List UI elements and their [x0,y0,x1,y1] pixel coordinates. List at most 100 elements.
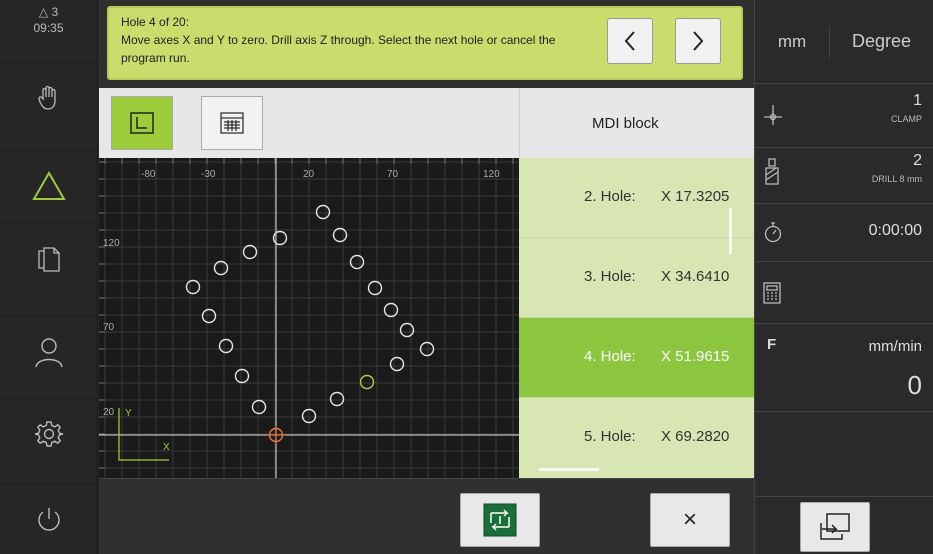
tool-value: 2 [913,152,922,169]
mdi-row-label: 2. Hole: [584,188,636,205]
user-icon [35,337,63,367]
feed-rate-row[interactable]: F mm/min 0 [755,324,933,412]
tool-row[interactable]: 2 DRILL 8 mm [755,148,933,204]
status-indicator[interactable]: △ 3 09:35 [0,0,97,42]
main-sidebar: △ 3 09:35 [0,0,98,554]
hole-marker[interactable] [234,368,250,384]
instruction-title: Hole 4 of 20: [121,15,190,29]
panel-switch-icon [820,513,850,540]
feed-value: 0 [907,370,922,400]
mdi-row-active[interactable]: 4. Hole: X 51.9615 [519,318,754,398]
hole-pattern-canvas: -80 -30 20 70 120 120 70 20 Y X [99,158,519,478]
unit-angle-button[interactable]: Degree [830,31,933,52]
y-tick-label: 70 [103,322,115,333]
clamp-value: 1 [913,92,922,109]
mdi-block-header: MDI block [519,88,754,158]
main-area: Hole 4 of 20: Move axes X and Y to zero.… [99,0,754,554]
hole-marker[interactable] [185,279,201,295]
stopwatch-icon [764,222,782,243]
next-hole-button[interactable] [675,18,721,64]
graphic-view-button[interactable] [111,96,173,150]
cancel-button[interactable]: × [650,493,730,547]
sidebar-item-manual[interactable] [0,62,98,132]
table-view-button[interactable] [201,96,263,150]
mdi-row-label: 5. Hole: [584,428,636,445]
x-axis-label: X [163,442,170,453]
hole-marker[interactable] [218,338,234,354]
feed-unit: mm/min [868,338,922,355]
hole-marker[interactable] [315,204,331,220]
origin-crosshair [267,426,285,444]
timer-value: 0:00:00 [868,222,922,239]
sidebar-item-settings[interactable] [0,398,98,468]
chevron-right-icon [693,31,704,51]
calculator-row[interactable] [755,262,933,324]
hole-marker[interactable] [251,399,267,415]
hole-pattern-view[interactable]: -80 -30 20 70 120 120 70 20 Y X [99,158,519,478]
x-tick-label: 20 [303,169,315,180]
hole-marker[interactable] [349,254,365,270]
hole-marker[interactable] [329,391,345,407]
mdi-row[interactable]: 3. Hole: X 34.6410 [519,238,754,318]
tool-label: DRILL 8 mm [871,174,922,184]
sidebar-item-mdi[interactable] [0,150,98,220]
x-tick-label: 120 [483,169,500,180]
previous-hole-button[interactable] [607,18,653,64]
mdi-row-label: 4. Hole: [584,348,636,365]
instruction-banner: Hole 4 of 20: Move axes X and Y to zero.… [107,6,743,80]
y-tick-label: 120 [103,238,120,249]
files-icon [38,246,60,272]
mdi-block-list[interactable]: 2. Hole: X 17.3205 3. Hole: X 34.6410 4.… [519,158,754,478]
mdi-row-label: 3. Hole: [584,268,636,285]
hand-icon [38,85,56,110]
bottom-action-bar: × [99,478,754,554]
timer-row[interactable]: 0:00:00 [755,204,933,262]
hole-marker[interactable] [213,260,229,276]
mdi-row[interactable]: 5. Hole: X 69.2820 [519,398,754,478]
program-run-icon [483,503,517,537]
table-view-icon [220,112,244,134]
hole-marker[interactable] [367,280,383,296]
mdi-row[interactable]: 2. Hole: X 17.3205 [519,158,754,238]
view-toolbar [99,88,519,158]
mdi-row-value: X 51.9615 [661,348,730,365]
sidebar-item-files[interactable] [0,222,98,292]
triangle-icon [32,170,66,200]
panel-divider [755,496,933,497]
hole-marker-current[interactable] [359,374,375,390]
clamp-row[interactable]: 1 CLAMP [755,84,933,148]
horizontal-scrollbar[interactable] [539,468,599,471]
instruction-body: Move axes X and Y to zero. Drill axis Z … [121,33,556,65]
instruction-text: Hole 4 of 20: Move axes X and Y to zero.… [121,13,581,67]
x-tick-label: -30 [201,169,216,180]
feed-label: F [767,336,777,353]
status-panel: mm Degree 1 CLAMP 2 DRILL 8 mm 0:00:00 F… [754,0,933,554]
warning-triangle-icon: △ [38,5,49,19]
x-tick-label: 70 [387,169,399,180]
mdi-row-value: X 17.3205 [661,188,730,205]
status-count: 3 [51,5,59,19]
vertical-scrollbar[interactable] [729,208,732,254]
x-tick-label: -80 [141,169,156,180]
unit-bar: mm Degree [755,0,933,84]
power-icon [38,507,60,531]
y-tick-label: 20 [103,407,115,418]
hole-marker[interactable] [399,322,415,338]
clamp-label: CLAMP [890,114,922,124]
chevron-left-icon [624,31,635,51]
hole-marker[interactable] [201,308,217,324]
sidebar-item-user[interactable] [0,316,98,386]
panel-switch-button[interactable] [800,502,870,552]
calculator-icon [763,282,781,304]
gear-icon [35,420,63,447]
program-run-button[interactable] [460,493,540,547]
y-axis-label: Y [125,408,132,419]
preset-icon [764,105,782,125]
axis-view-icon [130,112,154,134]
sidebar-item-power[interactable] [0,484,98,554]
hole-marker[interactable] [389,356,405,372]
unit-length-button[interactable]: mm [755,25,830,58]
status-time: 09:35 [33,21,64,35]
mdi-row-value: X 34.6410 [661,268,730,285]
mdi-row-value: X 69.2820 [661,428,730,445]
